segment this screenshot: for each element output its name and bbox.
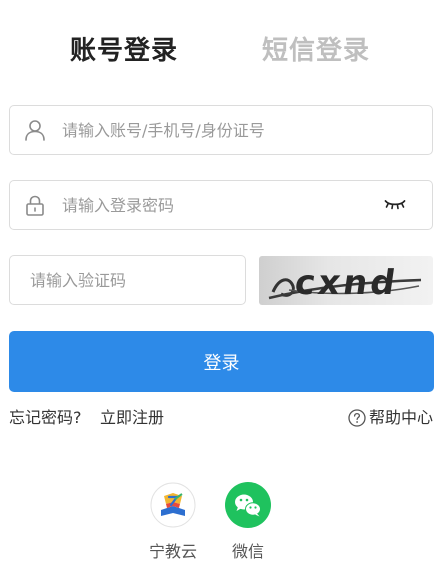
captcha-text: cxnd [292, 263, 400, 303]
account-input[interactable] [62, 106, 412, 154]
help-center-label: 帮助中心 [368, 408, 433, 427]
captcha-input[interactable] [30, 256, 235, 304]
account-field [9, 105, 433, 155]
register-link[interactable]: 立即注册 [100, 406, 164, 430]
captcha-image[interactable]: cxnd [259, 256, 433, 305]
wechat-login[interactable]: 微信 [218, 482, 278, 562]
tab-account-login[interactable]: 账号登录 [70, 30, 179, 76]
question-circle-icon [348, 409, 366, 427]
tab-account-login-label: 账号登录 [70, 36, 179, 66]
captcha-field [9, 255, 246, 305]
login-tabs: 账号登录 短信登录 [0, 30, 439, 76]
ningjiaoyun-logo-icon [150, 482, 196, 528]
password-field [9, 180, 433, 230]
help-center-link[interactable]: 帮助中心 [348, 406, 433, 430]
lock-icon [26, 195, 44, 216]
login-button[interactable]: 登录 [9, 331, 434, 392]
user-icon [25, 120, 45, 141]
ningjiaoyun-login[interactable]: 宁教云 [143, 482, 203, 562]
ningjiaoyun-label: 宁教云 [148, 542, 197, 561]
wechat-icon [225, 482, 271, 528]
wechat-label: 微信 [231, 542, 264, 561]
eye-closed-icon[interactable] [384, 198, 406, 212]
captcha-graphic: cxnd [268, 263, 422, 303]
tab-sms-login[interactable]: 短信登录 [262, 30, 370, 76]
password-input[interactable] [62, 181, 372, 229]
forgot-password-link[interactable]: 忘记密码? [9, 406, 82, 430]
tab-sms-login-label: 短信登录 [262, 36, 371, 66]
